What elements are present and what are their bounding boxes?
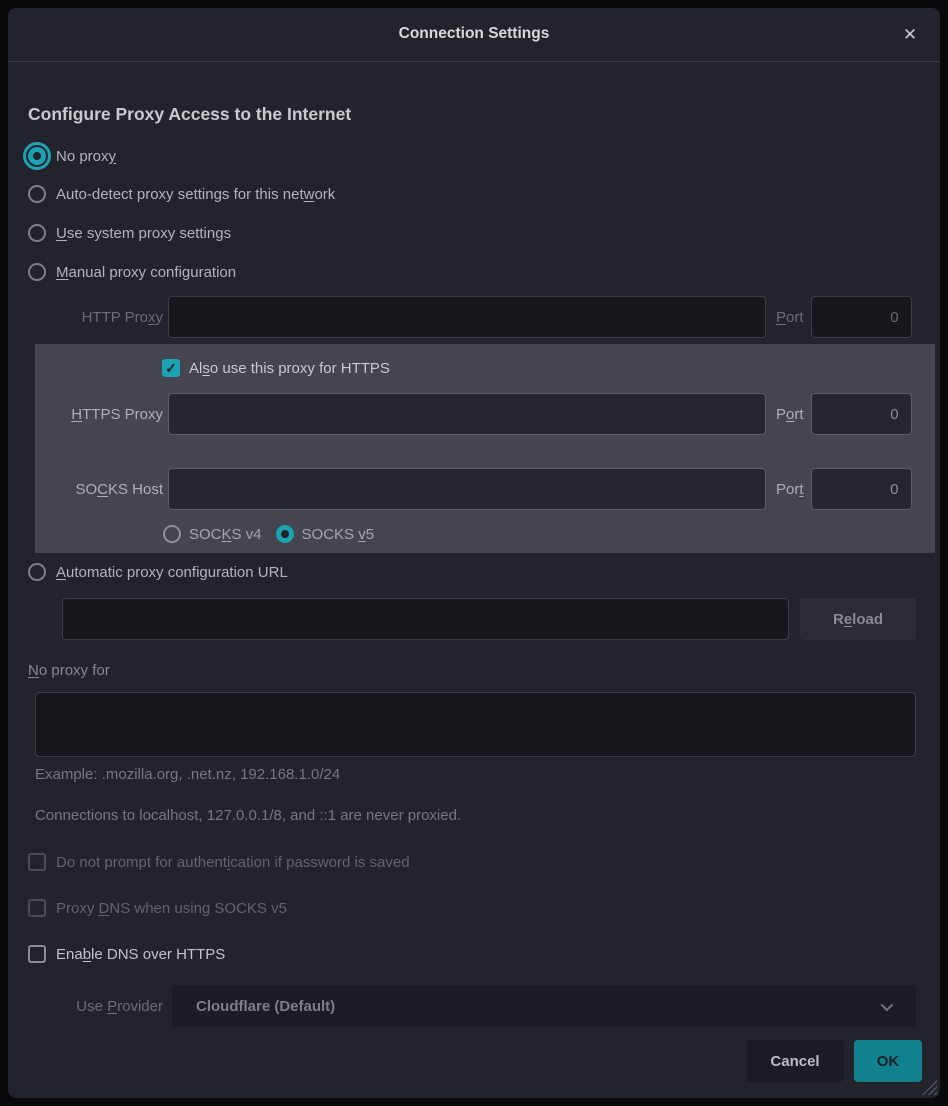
localhost-hint: Connections to localhost, 127.0.0.1/8, a…	[35, 807, 461, 824]
radio-no-proxy[interactable]	[28, 147, 46, 165]
radio-label-auto-detect: Auto-detect proxy settings for this netw…	[56, 186, 335, 203]
socks-version-row: SOCKS v4 SOCKS v5	[163, 522, 374, 546]
socks-host-row: SOCKS Host Port	[35, 468, 912, 510]
provider-row: Use Provider Cloudflare (Default)	[28, 985, 916, 1027]
http-port-input[interactable]	[811, 296, 912, 338]
radio-option-system-proxy[interactable]: Use system proxy settings	[28, 219, 231, 247]
reload-button[interactable]: Reload	[800, 598, 916, 640]
example-hint: Example: .mozilla.org, .net.nz, 192.168.…	[35, 766, 340, 783]
https-proxy-row: HTTPS Proxy Port	[35, 393, 912, 435]
socks-port-label: Port	[776, 481, 804, 498]
no-proxy-for-textarea[interactable]	[35, 692, 916, 757]
radio-socks-v4[interactable]	[163, 525, 181, 543]
radio-manual-proxy[interactable]	[28, 263, 46, 281]
radio-system-proxy[interactable]	[28, 224, 46, 242]
radio-label-auto-url: Automatic proxy configuration URL	[56, 564, 288, 581]
radio-option-manual-proxy[interactable]: Manual proxy configuration	[28, 258, 236, 286]
radio-socks-v5[interactable]	[276, 525, 294, 543]
dialog-titlebar: Connection Settings ✕	[8, 8, 940, 62]
socks-port-input[interactable]	[811, 468, 912, 510]
share-proxy-label: Also use this proxy for HTTPS	[189, 360, 390, 377]
provider-selected-value: Cloudflare (Default)	[196, 998, 335, 1015]
radio-label-socks-v4: SOCKS v4	[189, 526, 262, 543]
http-proxy-label: HTTP Proxy	[28, 309, 163, 326]
radio-label-socks-v5: SOCKS v5	[302, 526, 375, 543]
provider-dropdown[interactable]: Cloudflare (Default)	[172, 985, 916, 1027]
socks-host-label: SOCKS Host	[35, 481, 163, 498]
checkbox-label-proxy-dns: Proxy DNS when using SOCKS v5	[56, 900, 287, 917]
checkbox-proxy-dns[interactable]	[28, 899, 46, 917]
https-port-label: Port	[776, 406, 804, 423]
radio-option-no-proxy[interactable]: No proxy	[28, 142, 116, 170]
ok-button[interactable]: OK	[854, 1040, 922, 1082]
cancel-button[interactable]: Cancel	[746, 1040, 844, 1082]
radio-label-no-proxy: No proxy	[56, 148, 116, 165]
provider-label: Use Provider	[28, 998, 163, 1015]
https-proxy-input[interactable]	[168, 393, 766, 435]
checkbox-row-no-prompt-auth[interactable]: Do not prompt for authentication if pass…	[28, 850, 410, 874]
checkbox-dns-over-https[interactable]	[28, 945, 46, 963]
resize-grip[interactable]	[922, 1080, 937, 1095]
checkbox-label-no-prompt-auth: Do not prompt for authentication if pass…	[56, 854, 410, 871]
http-port-label: Port	[776, 309, 804, 326]
page-title: Configure Proxy Access to the Internet	[28, 104, 351, 125]
radio-label-manual-proxy: Manual proxy configuration	[56, 264, 236, 281]
connection-settings-dialog: Connection Settings ✕ Configure Proxy Ac…	[8, 8, 940, 1098]
dialog-title: Connection Settings	[8, 8, 940, 62]
checkbox-row-dns-over-https[interactable]: Enable DNS over HTTPS	[28, 942, 225, 966]
radio-auto-detect[interactable]	[28, 185, 46, 203]
http-proxy-row: HTTP Proxy Port	[28, 296, 912, 338]
https-socks-highlight-region: ✓ Also use this proxy for HTTPS HTTPS Pr…	[35, 344, 935, 553]
checkbox-no-prompt-auth[interactable]	[28, 853, 46, 871]
no-proxy-for-label: No proxy for	[28, 662, 110, 679]
close-icon[interactable]: ✕	[896, 21, 924, 49]
share-proxy-checkbox-row[interactable]: ✓ Also use this proxy for HTTPS	[162, 356, 390, 380]
auto-url-input[interactable]	[62, 598, 789, 640]
socks-host-input[interactable]	[168, 468, 766, 510]
chevron-down-icon	[881, 998, 894, 1011]
auto-url-row: Reload	[62, 598, 916, 640]
https-proxy-label: HTTPS Proxy	[35, 406, 163, 423]
radio-label-system-proxy: Use system proxy settings	[56, 225, 231, 242]
radio-option-auto-url[interactable]: Automatic proxy configuration URL	[28, 558, 288, 586]
checkbox-row-proxy-dns[interactable]: Proxy DNS when using SOCKS v5	[28, 896, 287, 920]
checkbox-label-dns-over-https: Enable DNS over HTTPS	[56, 946, 225, 963]
https-port-input[interactable]	[811, 393, 912, 435]
radio-auto-url[interactable]	[28, 563, 46, 581]
http-proxy-input[interactable]	[168, 296, 766, 338]
share-proxy-checkbox[interactable]: ✓	[162, 359, 180, 377]
radio-option-auto-detect[interactable]: Auto-detect proxy settings for this netw…	[28, 180, 335, 208]
